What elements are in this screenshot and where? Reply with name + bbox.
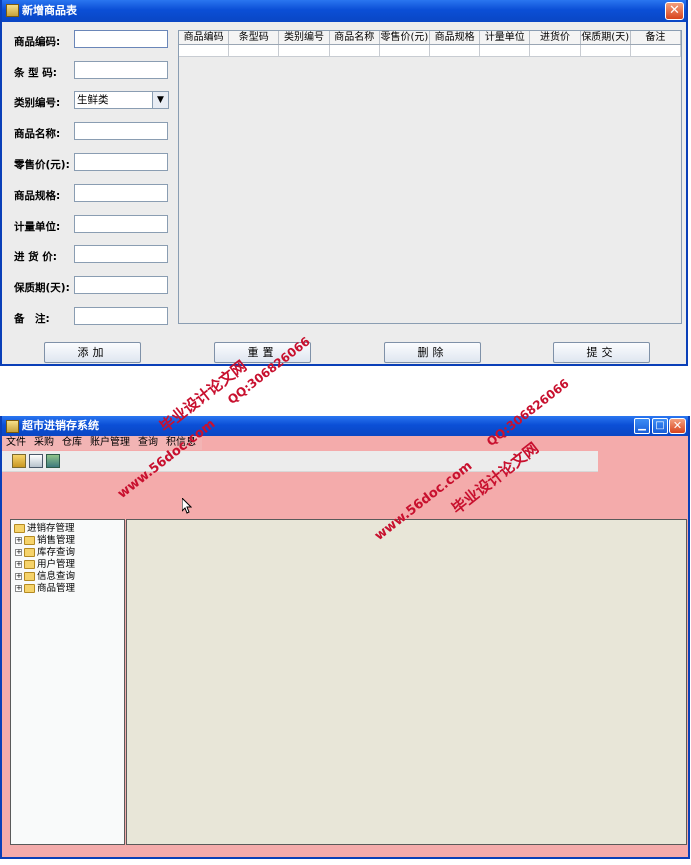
table-cell[interactable] [430, 45, 481, 56]
menu-file[interactable]: 文件 [2, 436, 30, 450]
category-select[interactable]: 生鲜类 ▼ [74, 91, 169, 109]
table-cell[interactable] [330, 45, 380, 56]
table-cell[interactable] [631, 45, 682, 56]
tree-item-sales[interactable]: + 销售管理 [15, 535, 75, 547]
product-name-input[interactable] [74, 122, 168, 140]
table-cell[interactable] [581, 45, 631, 56]
column-header[interactable]: 零售价(元) [380, 31, 431, 44]
label-shelf-life: 保质期(天): [14, 282, 70, 294]
menu-purchase[interactable]: 采购 [30, 436, 58, 450]
menu-query[interactable]: 查询 [134, 436, 162, 450]
barcode-input[interactable] [74, 61, 168, 79]
category-select-value: 生鲜类 [77, 94, 109, 106]
column-header[interactable]: 进货价 [530, 31, 581, 44]
java-app-icon [6, 4, 19, 17]
label-remark: 备 注: [14, 313, 50, 325]
tree-item-users[interactable]: + 用户管理 [15, 559, 75, 571]
folder-open-icon [14, 524, 25, 533]
table-cell[interactable] [229, 45, 280, 56]
table-cell[interactable] [179, 45, 230, 56]
close-button[interactable]: ✕ [669, 418, 686, 434]
expand-icon[interactable]: + [15, 561, 22, 568]
expand-icon[interactable]: + [15, 573, 22, 580]
menu-bar: 文件 采购 仓库 账户管理 查询 积信息 [2, 436, 202, 450]
table-header: 商品编码 条型码 类别编号 商品名称 零售价(元) 商品规格 计量单位 进货价 … [179, 31, 682, 45]
window-title: 超市进销存系统 [22, 419, 99, 432]
label-category-code: 类别编号: [14, 97, 61, 109]
column-header[interactable]: 类别编号 [279, 31, 330, 44]
mouse-pointer-icon [182, 498, 192, 514]
tree-root[interactable]: 进销存管理 [14, 523, 75, 535]
product-table[interactable]: 商品编码 条型码 类别编号 商品名称 零售价(元) 商品规格 计量单位 进货价 … [178, 30, 682, 324]
label-barcode: 条 型 码: [14, 67, 58, 79]
table-cell[interactable] [530, 45, 581, 56]
table-row[interactable] [179, 45, 682, 57]
folder-icon [24, 536, 35, 545]
expand-icon[interactable]: + [15, 585, 22, 592]
tree-item-products[interactable]: + 商品管理 [15, 583, 75, 595]
product-code-input[interactable] [74, 30, 168, 48]
table-cell[interactable] [480, 45, 531, 56]
minimize-icon[interactable]: ▁ [634, 418, 650, 434]
tree-item-label: 库存查询 [37, 547, 76, 558]
main-titlebar[interactable]: 超市进销存系统 ▁ □ ✕ [2, 416, 688, 436]
table-cell[interactable] [380, 45, 431, 56]
add-button[interactable]: 添加 [44, 342, 141, 363]
folder-icon [24, 560, 35, 569]
menu-warehouse[interactable]: 仓库 [58, 436, 86, 450]
window-title: 新增商品表 [22, 4, 77, 17]
tree-item-inventory[interactable]: + 库存查询 [15, 547, 75, 559]
menu-account[interactable]: 账户管理 [86, 436, 134, 450]
maximize-icon[interactable]: □ [652, 418, 668, 434]
tree-root-label: 进销存管理 [27, 523, 75, 534]
column-header[interactable]: 备注 [631, 31, 682, 44]
column-header[interactable]: 商品编码 [179, 31, 230, 44]
navigation-tree[interactable]: 进销存管理 + 销售管理 + 库存查询 + 用户管理 + 信息查询 + 商品管理 [10, 519, 125, 845]
label-retail-price: 零售价(元): [14, 159, 70, 171]
folder-icon [24, 584, 35, 593]
purchase-price-input[interactable] [74, 245, 168, 263]
menu-points-info[interactable]: 积信息 [162, 436, 200, 450]
table-cell[interactable] [279, 45, 330, 56]
folder-icon [24, 548, 35, 557]
column-header[interactable]: 保质期(天) [581, 31, 631, 44]
expand-icon[interactable]: + [15, 549, 22, 556]
java-app-icon [6, 420, 19, 433]
retail-price-input[interactable] [74, 153, 168, 171]
label-purchase-price: 进 货 价: [14, 251, 58, 263]
tree-item-info-query[interactable]: + 信息查询 [15, 571, 75, 583]
main-content-area[interactable] [126, 519, 687, 845]
chevron-down-icon[interactable]: ▼ [152, 92, 168, 108]
open-folder-icon[interactable] [12, 454, 26, 468]
tree-item-label: 商品管理 [37, 583, 76, 594]
copy-icon[interactable] [29, 454, 43, 468]
submit-button[interactable]: 提交 [553, 342, 650, 363]
tree-item-label: 信息查询 [37, 571, 76, 582]
label-product-code: 商品编码: [14, 36, 61, 48]
label-product-name: 商品名称: [14, 128, 61, 140]
reset-button[interactable]: 重置 [214, 342, 311, 363]
main-window: 超市进销存系统 ▁ □ ✕ 文件 采购 仓库 账户管理 查询 积信息 进销存管理… [0, 416, 690, 859]
expand-icon[interactable]: + [15, 537, 22, 544]
unit-input[interactable] [74, 215, 168, 233]
spec-input[interactable] [74, 184, 168, 202]
column-header[interactable]: 商品规格 [430, 31, 481, 44]
label-spec: 商品规格: [14, 190, 61, 202]
label-unit: 计量单位: [14, 221, 61, 233]
tree-item-label: 销售管理 [37, 535, 76, 546]
add-product-titlebar[interactable]: 新增商品表 ✕ [2, 0, 686, 22]
delete-button[interactable]: 删除 [384, 342, 481, 363]
add-product-window: 新增商品表 ✕ 商品编码: 条 型 码: 类别编号: 商品名称: 零售价(元):… [0, 0, 688, 366]
column-header[interactable]: 条型码 [229, 31, 280, 44]
remark-input[interactable] [74, 307, 168, 325]
column-header[interactable]: 计量单位 [480, 31, 531, 44]
tree-item-label: 用户管理 [37, 559, 76, 570]
close-button[interactable]: ✕ [665, 2, 684, 20]
toolbar [2, 451, 598, 472]
books-icon[interactable] [46, 454, 60, 468]
column-header[interactable]: 商品名称 [330, 31, 380, 44]
shelf-life-input[interactable] [74, 276, 168, 294]
folder-icon [24, 572, 35, 581]
